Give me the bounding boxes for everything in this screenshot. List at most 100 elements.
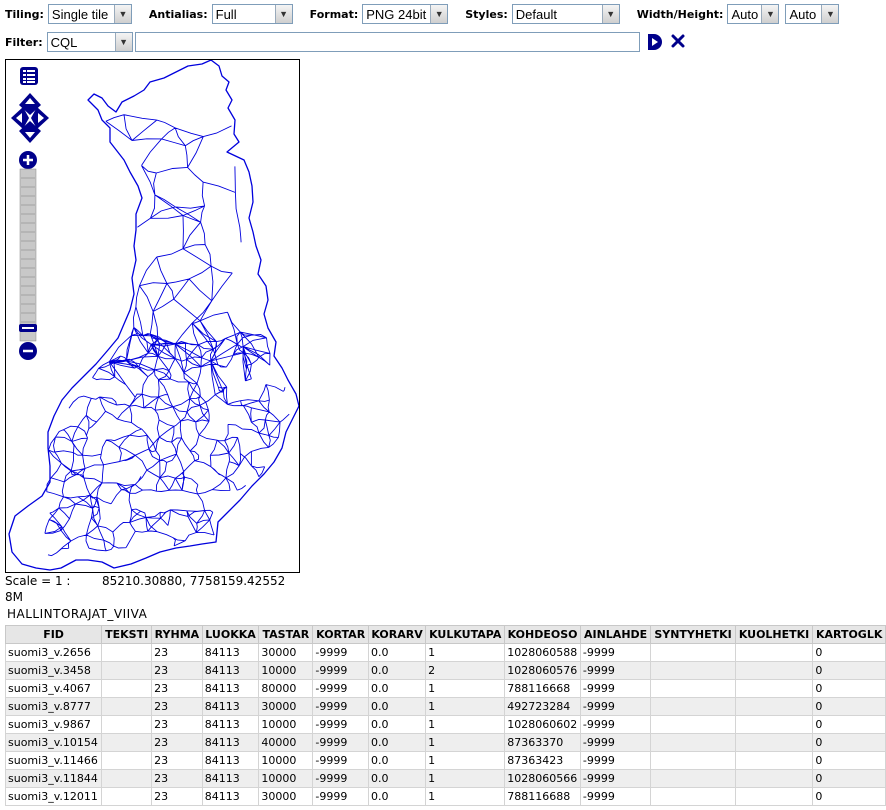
zoom-bar xyxy=(19,151,37,360)
table-cell-kulkutapa: 1 xyxy=(425,679,506,698)
column-header-luokka: LUOKKA xyxy=(201,625,260,644)
width-select[interactable]: Auto ▼ xyxy=(727,4,780,24)
column-header-tastar: TASTAR xyxy=(258,625,314,644)
chevron-down-icon: ▼ xyxy=(430,5,448,23)
table-cell-luokka: 84113 xyxy=(201,751,260,770)
table-cell-ainlahde: -9999 xyxy=(579,661,652,680)
table-cell-luokka: 84113 xyxy=(201,715,260,734)
column-header-teksti: TEKSTI xyxy=(101,625,153,644)
table-row: suomi3_v.11844 23 84113 10000 -9999 0.0 1 10280… xyxy=(4,769,886,788)
table-cell-kohdeoso: 1028060576 xyxy=(504,661,581,680)
table-cell-kohdeoso: 492723284 xyxy=(504,697,581,716)
filter-input[interactable] xyxy=(135,32,640,52)
height-value: Auto xyxy=(789,6,817,22)
table-cell-kortar: -9999 xyxy=(312,787,369,806)
table-cell-tastar: 10000 xyxy=(258,661,314,680)
column-header-syntyhetki: SYNTYHETKI xyxy=(650,625,736,644)
map-viewport[interactable] xyxy=(5,59,300,573)
table-cell-ainlahde: -9999 xyxy=(579,697,652,716)
table-cell-syntyhetki xyxy=(650,679,736,698)
table-cell-kuolhetki xyxy=(734,679,814,698)
table-row: suomi3_v.10154 23 84113 40000 -9999 0.0 1 87363… xyxy=(4,733,886,752)
column-header-kartoglk: KARTOGLK xyxy=(812,625,886,644)
table-cell-ryhma: 23 xyxy=(151,751,203,770)
table-cell-syntyhetki xyxy=(650,661,736,680)
table-cell-kulkutapa: 1 xyxy=(425,751,506,770)
table-cell-syntyhetki xyxy=(650,697,736,716)
table-cell-tastar: 30000 xyxy=(258,643,314,662)
table-cell-fid: suomi3_v.8777 xyxy=(4,697,103,716)
height-select[interactable]: Auto ▼ xyxy=(785,4,840,24)
table-cell-kulkutapa: 1 xyxy=(425,787,506,806)
table-cell-korarv: 0.0 xyxy=(367,733,427,752)
chevron-down-icon: ▼ xyxy=(821,5,839,23)
table-cell-kartoglk: 0 xyxy=(812,751,886,770)
format-select[interactable]: PNG 24bit ▼ xyxy=(362,4,449,24)
map-options-toolbar: Tiling: Single tile ▼ Antialias: Full ▼ … xyxy=(0,3,851,25)
table-cell-tastar: 30000 xyxy=(258,787,314,806)
finland-boundaries-map xyxy=(8,60,299,571)
tiling-select[interactable]: Single tile ▼ xyxy=(47,4,132,24)
table-cell-kortar: -9999 xyxy=(312,715,369,734)
table-cell-ainlahde: -9999 xyxy=(579,787,652,806)
table-cell-luokka: 84113 xyxy=(201,733,260,752)
table-cell-syntyhetki xyxy=(650,769,736,788)
table-cell-kartoglk: 0 xyxy=(812,679,886,698)
antialias-label: Antialias: xyxy=(148,7,208,21)
scale-label: Scale = 1 : xyxy=(5,574,71,588)
table-cell-teksti xyxy=(101,733,153,752)
table-header-row: FID TEKSTI RYHMA LUOKKA TASTAR KORTAR KORARV KU… xyxy=(4,625,886,644)
table-cell-luokka: 84113 xyxy=(201,661,260,680)
table-cell-kortar: -9999 xyxy=(312,679,369,698)
table-cell-luokka: 84113 xyxy=(201,697,260,716)
apply-filter-button[interactable] xyxy=(646,33,664,51)
table-cell-kartoglk: 0 xyxy=(812,715,886,734)
table-cell-ainlahde: -9999 xyxy=(579,769,652,788)
chevron-down-icon: ▼ xyxy=(601,5,619,23)
table-cell-kortar: -9999 xyxy=(312,751,369,770)
column-header-korarv: KORARV xyxy=(367,625,427,644)
table-cell-tastar: 10000 xyxy=(258,751,314,770)
coordinates-readout: 85210.30880, 7758159.42552 xyxy=(102,574,286,588)
table-cell-kulkutapa: 1 xyxy=(425,733,506,752)
table-cell-kartoglk: 0 xyxy=(812,769,886,788)
table-cell-teksti xyxy=(101,697,153,716)
table-cell-tastar: 30000 xyxy=(258,697,314,716)
table-cell-syntyhetki xyxy=(650,733,736,752)
table-cell-kuolhetki xyxy=(734,769,814,788)
filter-type-select[interactable]: CQL ▼ xyxy=(46,32,133,52)
table-cell-ainlahde: -9999 xyxy=(579,715,652,734)
table-row: suomi3_v.4067 23 84113 80000 -9999 0.0 1 788116… xyxy=(4,679,886,698)
reset-filter-button[interactable] xyxy=(670,33,686,49)
table-cell-korarv: 0.0 xyxy=(367,787,427,806)
table-cell-kohdeoso: 87363423 xyxy=(504,751,581,770)
table-cell-tastar: 10000 xyxy=(258,715,314,734)
table-cell-kartoglk: 0 xyxy=(812,661,886,680)
antialias-value: Full xyxy=(215,6,237,22)
table-cell-fid: suomi3_v.11844 xyxy=(4,769,103,788)
styles-select[interactable]: Default ▼ xyxy=(511,4,620,24)
table-cell-kohdeoso: 788116688 xyxy=(504,787,581,806)
column-header-ryhma: RYHMA xyxy=(151,625,203,644)
table-cell-ainlahde: -9999 xyxy=(579,751,652,770)
table-cell-teksti xyxy=(101,769,153,788)
table-cell-kartoglk: 0 xyxy=(812,787,886,806)
table-row: suomi3_v.12011 23 84113 30000 -9999 0.0 1 78811… xyxy=(4,787,886,806)
table-cell-teksti xyxy=(101,661,153,680)
column-header-kortar: KORTAR xyxy=(312,625,369,644)
table-cell-ryhma: 23 xyxy=(151,661,203,680)
layer-switcher-icon[interactable] xyxy=(20,67,38,85)
antialias-select[interactable]: Full ▼ xyxy=(211,4,293,24)
table-cell-teksti xyxy=(101,715,153,734)
table-cell-korarv: 0.0 xyxy=(367,661,427,680)
filter-type-value: CQL xyxy=(50,34,78,50)
zoom-slider-track[interactable] xyxy=(19,168,37,342)
table-cell-fid: suomi3_v.4067 xyxy=(4,679,103,698)
chevron-down-icon: ▼ xyxy=(113,5,131,23)
table-cell-teksti xyxy=(101,643,153,662)
table-cell-syntyhetki xyxy=(650,751,736,770)
filter-toolbar: Filter: CQL ▼ xyxy=(0,31,145,53)
size-label: Width/Height: xyxy=(636,7,724,21)
table-cell-tastar: 10000 xyxy=(258,769,314,788)
table-cell-kohdeoso: 1028060588 xyxy=(504,643,581,662)
